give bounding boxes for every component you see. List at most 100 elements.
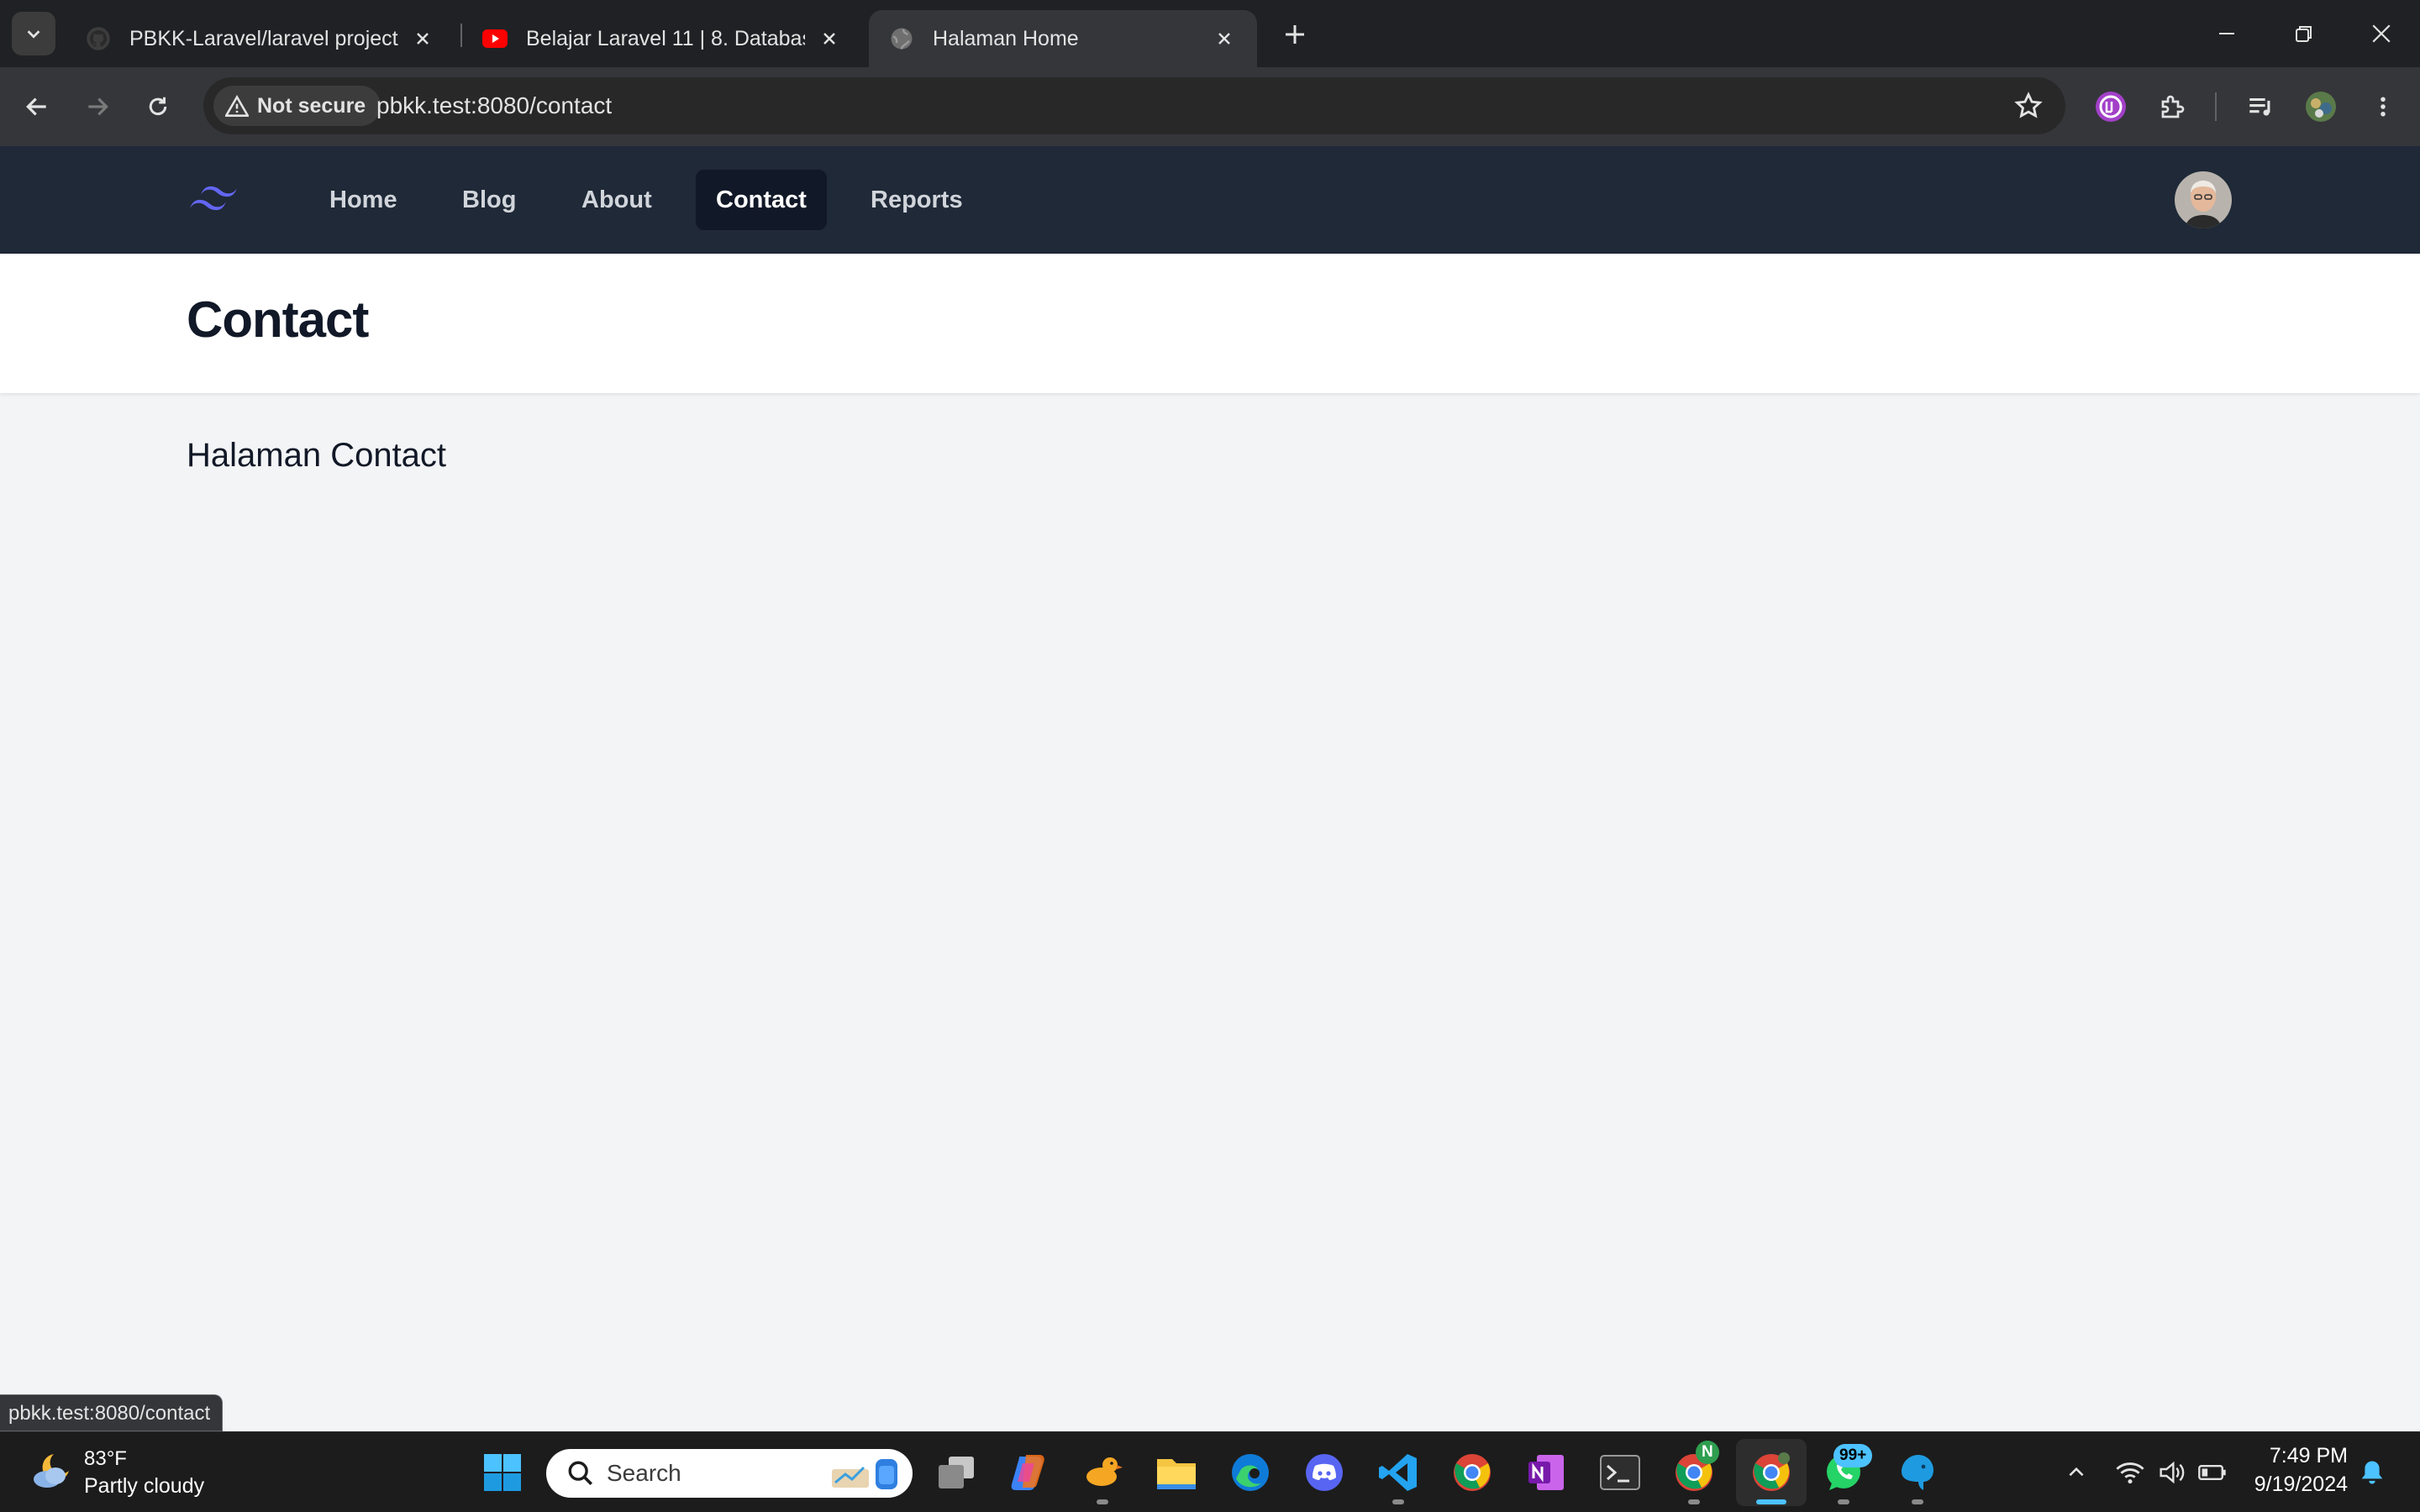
user-avatar-icon bbox=[2175, 171, 2232, 228]
whatsapp-badge: 99+ bbox=[1833, 1444, 1873, 1467]
weather-temperature: 83°F bbox=[84, 1447, 127, 1470]
tab-title: Halaman Home bbox=[933, 26, 1079, 50]
warning-icon bbox=[225, 95, 249, 117]
arrow-right-icon bbox=[88, 97, 108, 116]
running-indicator-active bbox=[1756, 1499, 1786, 1504]
nav-about[interactable]: About bbox=[561, 170, 672, 230]
hidden-icons-button[interactable] bbox=[2055, 1449, 2097, 1496]
app-blue-button[interactable] bbox=[1894, 1449, 1941, 1496]
discord-icon bbox=[1306, 1454, 1343, 1491]
reload-icon bbox=[149, 97, 167, 116]
running-indicator bbox=[1912, 1499, 1923, 1504]
notifications-button[interactable] bbox=[2351, 1449, 2393, 1496]
media-control-button[interactable] bbox=[2238, 85, 2282, 129]
vscode-button[interactable] bbox=[1375, 1449, 1422, 1496]
discord-button[interactable] bbox=[1301, 1449, 1348, 1496]
site-navbar: Home Blog About Contact Reports bbox=[0, 146, 2420, 254]
partly-cloudy-night-icon bbox=[34, 1454, 69, 1488]
more-vertical-icon bbox=[2381, 97, 2386, 117]
tailwind-logo[interactable] bbox=[187, 180, 242, 220]
media-queue-icon bbox=[2249, 97, 2270, 116]
close-window-button[interactable] bbox=[2348, 8, 2415, 59]
user-avatar[interactable] bbox=[2175, 171, 2232, 228]
file-explorer-button[interactable] bbox=[1153, 1449, 1200, 1496]
bookmark-button[interactable] bbox=[2010, 87, 2047, 124]
wifi-icon bbox=[2116, 1462, 2144, 1484]
running-indicator bbox=[1392, 1499, 1404, 1504]
running-indicator bbox=[1097, 1499, 1108, 1504]
nav-reports[interactable]: Reports bbox=[850, 170, 983, 230]
chrome-active-button[interactable] bbox=[1748, 1449, 1795, 1496]
terminal-button[interactable] bbox=[1597, 1449, 1644, 1496]
folder-icon bbox=[1157, 1459, 1196, 1489]
security-indicator[interactable]: Not secure bbox=[213, 86, 381, 126]
toolbar-divider bbox=[2215, 92, 2217, 121]
browser-tab-strip: PBKK-Laravel/laravel project/we Belajar … bbox=[0, 0, 2420, 67]
tab-active[interactable]: Halaman Home bbox=[869, 10, 1257, 67]
tab-title: Belajar Laravel 11 | 8. Database bbox=[526, 26, 805, 50]
new-tab-button[interactable] bbox=[1276, 15, 1314, 54]
address-bar[interactable]: Not secure pbkk.test:8080/contact bbox=[203, 77, 2065, 134]
browser-toolbar: Not secure pbkk.test:8080/contact bbox=[0, 67, 2420, 146]
restore-button[interactable] bbox=[2270, 8, 2338, 59]
taskbar-search[interactable]: Search bbox=[546, 1449, 913, 1498]
github-icon bbox=[87, 27, 110, 50]
tab-title: PBKK-Laravel/laravel project/we bbox=[129, 26, 398, 50]
url-text[interactable]: pbkk.test:8080/contact bbox=[376, 77, 612, 134]
reload-button[interactable] bbox=[138, 87, 178, 127]
volume-button[interactable] bbox=[2151, 1449, 2193, 1496]
close-icon[interactable] bbox=[817, 26, 842, 51]
browser-menu-button[interactable] bbox=[2361, 85, 2405, 129]
copilot-button[interactable] bbox=[1005, 1449, 1052, 1496]
chevron-down-icon bbox=[27, 30, 40, 39]
puzzle-icon bbox=[2161, 95, 2185, 118]
extension-lr-icon bbox=[2096, 92, 2126, 122]
task-view-button[interactable] bbox=[933, 1449, 980, 1496]
plus-icon bbox=[1286, 25, 1304, 44]
tab-github[interactable]: PBKK-Laravel/laravel project/we bbox=[66, 10, 455, 67]
arrow-left-icon bbox=[26, 97, 46, 116]
chrome-profile-badge: N bbox=[1696, 1441, 1719, 1464]
weather-widget[interactable]: 83°F Partly cloudy bbox=[25, 1444, 210, 1501]
close-icon[interactable] bbox=[410, 26, 435, 51]
extension-lr-button[interactable] bbox=[2089, 85, 2133, 129]
forward-button[interactable] bbox=[77, 87, 118, 127]
start-button[interactable] bbox=[479, 1449, 526, 1496]
bell-icon bbox=[2361, 1461, 2383, 1484]
close-icon[interactable] bbox=[1212, 26, 1237, 51]
terminal-icon bbox=[1600, 1455, 1640, 1490]
page-body-text: Halaman Contact bbox=[187, 437, 447, 474]
nav-blog[interactable]: Blog bbox=[442, 170, 536, 230]
clock-date[interactable]: 9/19/2024 bbox=[2254, 1473, 2348, 1497]
copilot-icon bbox=[1011, 1455, 1044, 1490]
onenote-button[interactable] bbox=[1523, 1449, 1570, 1496]
running-indicator bbox=[1688, 1499, 1700, 1504]
minimize-button[interactable] bbox=[2193, 8, 2260, 59]
onenote-icon bbox=[1528, 1455, 1564, 1490]
chrome-icon bbox=[1753, 1452, 1790, 1491]
tab-search-button[interactable] bbox=[12, 12, 55, 55]
clock-time[interactable]: 7:49 PM bbox=[2270, 1444, 2348, 1468]
edge-button[interactable] bbox=[1227, 1449, 1274, 1496]
windows-logo-icon bbox=[484, 1454, 521, 1491]
globe-icon bbox=[891, 28, 913, 50]
running-indicator bbox=[1838, 1499, 1849, 1504]
app-duck-button[interactable] bbox=[1079, 1449, 1126, 1496]
tab-youtube[interactable]: Belajar Laravel 11 | 8. Database bbox=[462, 10, 862, 67]
chrome-button[interactable] bbox=[1449, 1449, 1496, 1496]
edge-icon bbox=[1232, 1454, 1269, 1491]
taskbar-search-label: Search bbox=[607, 1460, 681, 1486]
page-header: Contact bbox=[0, 254, 2420, 393]
profile-button[interactable] bbox=[2299, 85, 2343, 129]
duck-app-icon bbox=[1086, 1457, 1123, 1486]
close-icon bbox=[2372, 24, 2391, 43]
battery-button[interactable] bbox=[2191, 1449, 2233, 1496]
search-highlight-icon bbox=[832, 1459, 897, 1489]
nav-contact[interactable]: Contact bbox=[696, 170, 827, 230]
back-button[interactable] bbox=[17, 87, 57, 127]
nav-home[interactable]: Home bbox=[309, 170, 418, 230]
extensions-button[interactable] bbox=[2151, 85, 2195, 129]
restore-icon bbox=[2296, 26, 2312, 42]
youtube-icon bbox=[482, 29, 508, 48]
wifi-button[interactable] bbox=[2109, 1449, 2151, 1496]
